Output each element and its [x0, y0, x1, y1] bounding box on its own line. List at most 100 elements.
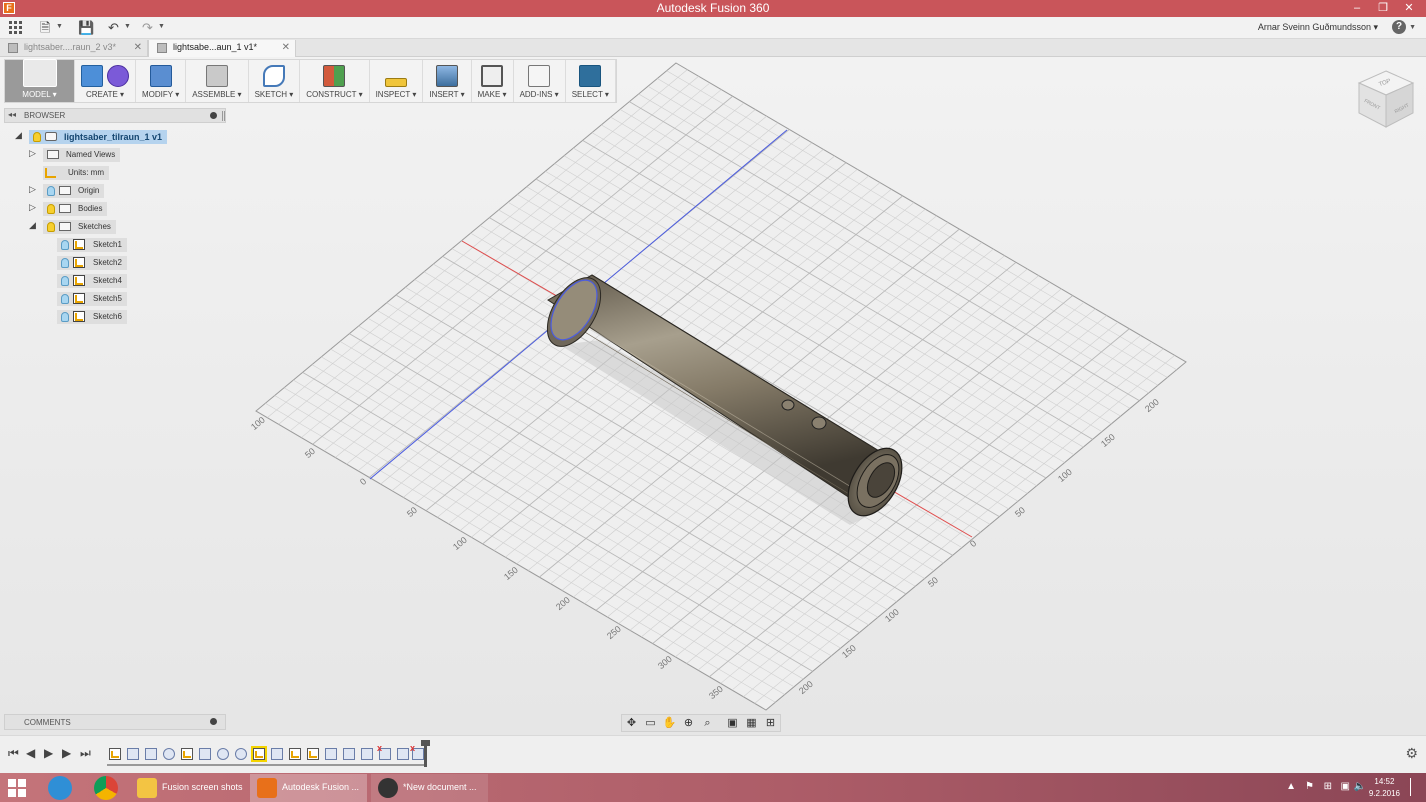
expand-triangle-icon[interactable]: ▷ — [29, 148, 36, 159]
document-tab-inactive[interactable]: lightsaber....raun_2 v3* ✕ — [0, 40, 148, 57]
tree-node-bodies[interactable]: ▷ Bodies — [29, 201, 108, 216]
timeline-extrude-feature[interactable] — [271, 748, 283, 760]
timeline-extrude-feature[interactable] — [127, 748, 139, 760]
visibility-bulb-icon[interactable] — [33, 131, 41, 142]
timeline-extrude-feature[interactable] — [325, 748, 337, 760]
visibility-bulb-icon[interactable] — [61, 293, 69, 304]
timeline-revolve-feature[interactable] — [163, 748, 175, 760]
add-ins-menu[interactable]: ADD-INS ▾ — [514, 60, 566, 102]
browser-options-icon[interactable] — [210, 112, 217, 119]
user-account-menu[interactable]: Arnar Sveinn Guðmundsson ▾ — [1258, 22, 1378, 33]
timeline-marker[interactable] — [421, 740, 430, 767]
expand-triangle-icon[interactable]: ▷ — [29, 202, 36, 213]
expand-triangle-icon[interactable]: ◢ — [29, 220, 36, 231]
expand-triangle-icon[interactable]: ▷ — [29, 184, 36, 195]
visibility-bulb-icon[interactable] — [61, 239, 69, 250]
look-at-icon[interactable]: ▭ — [641, 715, 660, 731]
timeline-revolve-feature[interactable] — [235, 748, 247, 760]
fit-window-icon[interactable]: ⌕ — [698, 715, 717, 731]
timeline-remove-feature[interactable] — [410, 743, 424, 760]
bodies-pill[interactable]: Bodies — [43, 201, 108, 216]
save-icon[interactable]: 💾 — [78, 20, 94, 35]
sculpt-sphere-icon[interactable] — [107, 65, 129, 87]
taskbar-button-folder[interactable]: Fusion screen shots — [130, 774, 247, 802]
zoom-icon[interactable]: ⊕ — [679, 715, 698, 731]
sketch-pill[interactable]: Sketch2 — [57, 255, 127, 270]
help-caret-icon[interactable]: ▼ — [1409, 24, 1416, 31]
tree-node-sketch[interactable]: Sketch6 — [57, 309, 127, 324]
expand-triangle-icon[interactable]: ◢ — [15, 130, 22, 141]
sketch-pill[interactable]: Sketch5 — [57, 291, 127, 306]
tree-node-sketches[interactable]: ◢ Sketches — [29, 219, 116, 234]
redo-caret-icon[interactable]: ▼ — [158, 23, 165, 30]
tree-node-sketch[interactable]: Sketch1 — [57, 237, 127, 252]
named-views-pill[interactable]: Named Views — [43, 147, 121, 162]
press-pull-icon[interactable] — [149, 65, 172, 87]
select-menu[interactable]: SELECT ▾ — [566, 60, 616, 102]
timeline-extrude-feature[interactable] — [397, 748, 409, 760]
measure-icon[interactable] — [384, 78, 407, 87]
sketch-pill[interactable]: Sketch6 — [57, 309, 127, 324]
system-clock[interactable]: 14:52 9.2.2016 — [1369, 776, 1400, 800]
grid-settings-icon[interactable]: ▦ — [742, 715, 761, 731]
workspace-switcher[interactable]: MODEL ▾ — [5, 59, 75, 102]
display-settings-icon[interactable]: ▣ — [723, 715, 742, 731]
sketch-line-icon[interactable] — [262, 65, 285, 87]
go-to-start-icon[interactable]: ⏮ — [8, 746, 19, 761]
step-forward-icon[interactable]: ▶ — [62, 746, 71, 760]
plane-icon[interactable] — [323, 65, 346, 87]
network-icon[interactable]: ▣ — [1341, 781, 1350, 792]
select-icon[interactable] — [579, 65, 602, 87]
tree-node-named-views[interactable]: ▷ Named Views — [29, 147, 121, 162]
origin-pill[interactable]: Origin — [43, 183, 105, 198]
box-icon[interactable] — [81, 65, 103, 87]
show-hidden-icons-icon[interactable]: ▲ — [1286, 781, 1296, 792]
play-icon[interactable]: ▶ — [44, 746, 53, 760]
timeline-sketch-feature[interactable] — [109, 748, 121, 760]
orbit-icon[interactable]: ✥ — [622, 715, 641, 731]
timeline-settings-gear-icon[interactable]: ⚙ — [1405, 745, 1418, 762]
timeline-sketch-feature[interactable] — [307, 748, 319, 760]
windows-start-icon[interactable] — [8, 779, 26, 797]
visibility-bulb-icon[interactable] — [61, 257, 69, 268]
sketch-pill[interactable]: Sketch4 — [57, 273, 127, 288]
3d-print-icon[interactable] — [481, 65, 504, 87]
tree-node-sketch[interactable]: Sketch4 — [57, 273, 127, 288]
visibility-bulb-icon[interactable] — [61, 311, 69, 322]
close-button[interactable]: ✕ — [1396, 0, 1422, 17]
visibility-bulb-icon[interactable] — [47, 203, 55, 214]
visibility-bulb-icon[interactable] — [47, 185, 55, 196]
close-tab-icon[interactable]: ✕ — [282, 40, 290, 55]
timeline-extrude-feature[interactable] — [199, 748, 211, 760]
modify-menu[interactable]: MODIFY ▾ — [136, 60, 187, 102]
file-menu-caret-icon[interactable]: ▼ — [56, 23, 63, 30]
pan-hand-icon[interactable]: ✋ — [660, 715, 679, 731]
taskbar-button-inkscape[interactable]: *New document ... — [371, 774, 488, 802]
restore-button[interactable]: ❐ — [1370, 0, 1396, 17]
view-cube[interactable]: TOP FRONT RIGHT — [1355, 67, 1417, 135]
scripts-icon[interactable] — [528, 65, 551, 87]
timeline-extrude-feature[interactable] — [343, 748, 355, 760]
chrome-icon[interactable] — [94, 776, 118, 800]
viewport-canvas[interactable]: 100 50 0 50 100 150 200 250 300 350 200 … — [0, 57, 1426, 735]
tree-root[interactable]: ◢ lightsaber_tilraun_1 v1 — [15, 129, 168, 144]
timeline-remove-feature[interactable] — [377, 743, 391, 760]
insert-image-icon[interactable] — [435, 65, 458, 87]
browser-panel-header[interactable]: ◂◂ BROWSER — [4, 108, 226, 123]
help-icon[interactable]: ? — [1392, 20, 1406, 34]
timeline-sketch-feature[interactable] — [181, 748, 193, 760]
data-panel-grid-icon[interactable] — [9, 21, 22, 34]
timeline-extrude-feature[interactable] — [361, 748, 373, 760]
sketch-pill[interactable]: Sketch1 — [57, 237, 127, 252]
construct-menu[interactable]: CONSTRUCT ▾ — [300, 60, 370, 102]
undo-caret-icon[interactable]: ▼ — [124, 23, 131, 30]
timeline-extrude-feature[interactable] — [145, 748, 157, 760]
volume-icon[interactable]: 🔈 — [1354, 781, 1366, 792]
file-menu-icon[interactable]: 🗎 — [40, 20, 50, 35]
tree-root-pill[interactable]: lightsaber_tilraun_1 v1 — [29, 129, 168, 144]
step-back-icon[interactable]: ◀ — [26, 746, 35, 760]
comments-panel-header[interactable]: COMMENTS — [4, 714, 226, 730]
tree-node-units[interactable]: Units: mm — [43, 165, 109, 180]
visibility-bulb-icon[interactable] — [47, 221, 55, 232]
timeline-sketch-feature[interactable] — [289, 748, 301, 760]
